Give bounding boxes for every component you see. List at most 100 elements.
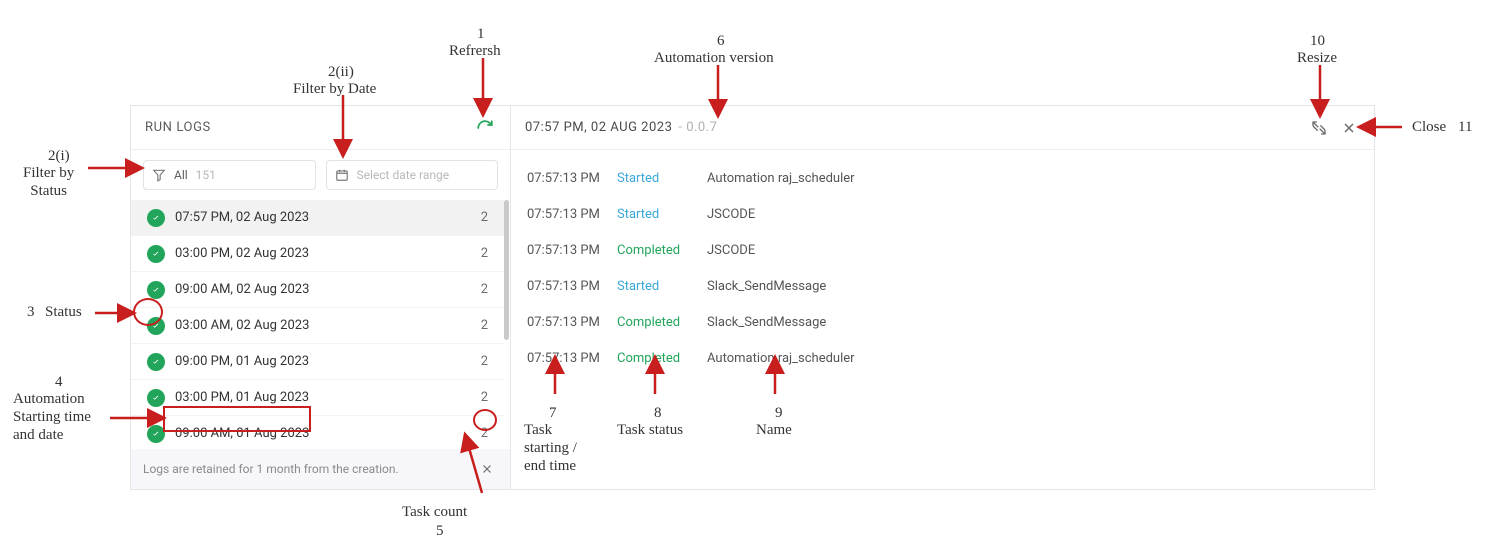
annotation-text-2ii: Filter by Date: [293, 80, 376, 98]
log-time: 07:57:13 PM: [527, 171, 617, 186]
refresh-button[interactable]: [474, 117, 496, 139]
run-row[interactable]: 07:57 PM, 02 Aug 2023 2: [131, 200, 504, 236]
retention-text: Logs are retained for 1 month from the c…: [143, 462, 399, 476]
calendar-icon: [335, 168, 349, 182]
close-icon: [1341, 120, 1357, 136]
log-status: Started: [617, 279, 707, 294]
status-filter-count: 151: [196, 168, 216, 182]
log-time: 07:57:13 PM: [527, 207, 617, 222]
right-title: 07:57 PM, 02 AUG 2023 - 0.0.7: [525, 120, 717, 135]
task-count: 2: [481, 390, 488, 405]
annotation-num-4: 4: [55, 373, 63, 391]
resize-button[interactable]: [1308, 117, 1330, 139]
run-time: 03:00 PM, 02 Aug 2023: [175, 246, 309, 261]
annotation-text-1: Refrersh: [449, 42, 501, 60]
success-icon: [147, 209, 165, 227]
log-time: 07:57:13 PM: [527, 279, 617, 294]
log-name: Automation raj_scheduler: [707, 351, 855, 366]
close-button[interactable]: [1338, 117, 1360, 139]
annotation-num-2ii: 2(ii): [328, 63, 354, 81]
task-count: 2: [481, 354, 488, 369]
task-count: 2: [481, 210, 488, 225]
run-time: 09:00 AM, 01 Aug 2023: [175, 426, 309, 441]
log-status: Completed: [617, 243, 707, 258]
filters: All 151 Select date range: [131, 150, 510, 200]
arrow-3: [95, 308, 135, 318]
task-count: 2: [481, 318, 488, 333]
log-row: 07:57:13 PMCompletedJSCODE: [527, 232, 1358, 268]
detail-timestamp: 07:57 PM, 02 AUG 2023: [525, 120, 672, 135]
log-name: Automation raj_scheduler: [707, 171, 855, 186]
date-filter-placeholder: Select date range: [357, 168, 450, 182]
success-icon: [147, 425, 165, 443]
annotation-num-11: 11: [1458, 118, 1472, 136]
left-header: RUN LOGS: [131, 106, 510, 150]
annotation-num-1: 1: [477, 25, 485, 43]
left-title: RUN LOGS: [145, 120, 211, 135]
log-status: Completed: [617, 351, 707, 366]
annotation-text-10: Resize: [1297, 49, 1337, 67]
run-row[interactable]: 03:00 AM, 02 Aug 2023 2: [131, 308, 504, 344]
annotation-text-3: Status: [45, 303, 82, 321]
task-count: 2: [481, 246, 488, 261]
run-row[interactable]: 09:00 AM, 02 Aug 2023 2: [131, 272, 504, 308]
log-name: JSCODE: [707, 243, 755, 258]
retention-close-button[interactable]: [476, 458, 498, 480]
annotation-num-5: 5: [436, 522, 444, 540]
resize-icon: [1311, 120, 1327, 136]
success-icon: [147, 389, 165, 407]
annotation-text-2i: Filter by Status: [23, 164, 74, 200]
run-time: 03:00 AM, 02 Aug 2023: [175, 318, 309, 333]
left-pane: RUN LOGS All 151 Select date range: [131, 106, 511, 489]
log-time: 07:57:13 PM: [527, 243, 617, 258]
run-time: 09:00 PM, 01 Aug 2023: [175, 354, 309, 369]
status-filter-value: All: [174, 168, 188, 182]
task-count: 2: [481, 426, 488, 441]
run-row[interactable]: 09:00 AM, 01 Aug 2023 2: [131, 416, 504, 449]
log-name: Slack_SendMessage: [707, 315, 826, 330]
annotation-text-6: Automation version: [654, 49, 774, 67]
log-row: 07:57:13 PMStartedSlack_SendMessage: [527, 268, 1358, 304]
log-row: 07:57:13 PMCompletedSlack_SendMessage: [527, 304, 1358, 340]
log-row: 07:57:13 PMCompletedAutomation raj_sched…: [527, 340, 1358, 376]
filter-icon: [152, 168, 166, 182]
close-icon: [480, 462, 494, 476]
run-row[interactable]: 03:00 PM, 01 Aug 2023 2: [131, 380, 504, 416]
run-row[interactable]: 03:00 PM, 02 Aug 2023 2: [131, 236, 504, 272]
task-count: 2: [481, 282, 488, 297]
annotation-text-4: Automation Starting time and date: [13, 390, 91, 444]
annotation-num-6: 6: [717, 32, 725, 50]
right-header: 07:57 PM, 02 AUG 2023 - 0.0.7: [511, 106, 1374, 150]
run-row[interactable]: 09:00 PM, 01 Aug 2023 2: [131, 344, 504, 380]
annotation-num-10: 10: [1310, 32, 1325, 50]
log-name: Slack_SendMessage: [707, 279, 826, 294]
date-filter[interactable]: Select date range: [326, 160, 499, 190]
log-status: Completed: [617, 315, 707, 330]
log-name: JSCODE: [707, 207, 755, 222]
right-pane: 07:57 PM, 02 AUG 2023 - 0.0.7 07:57:13 P…: [511, 106, 1374, 489]
success-icon: [147, 281, 165, 299]
success-icon: [147, 353, 165, 371]
automation-version: - 0.0.7: [678, 120, 717, 135]
run-time: 09:00 AM, 02 Aug 2023: [175, 282, 309, 297]
run-list[interactable]: 07:57 PM, 02 Aug 2023203:00 PM, 02 Aug 2…: [131, 200, 510, 449]
annotation-num-3: 3: [27, 303, 35, 321]
success-icon: [147, 245, 165, 263]
run-time: 07:57 PM, 02 Aug 2023: [175, 210, 309, 225]
retention-banner: Logs are retained for 1 month from the c…: [131, 449, 510, 489]
log-row: 07:57:13 PMStartedJSCODE: [527, 196, 1358, 232]
log-status: Started: [617, 207, 707, 222]
run-time: 03:00 PM, 01 Aug 2023: [175, 390, 309, 405]
log-status: Started: [617, 171, 707, 186]
log-row: 07:57:13 PMStartedAutomation raj_schedul…: [527, 160, 1358, 196]
log-time: 07:57:13 PM: [527, 315, 617, 330]
status-filter[interactable]: All 151: [143, 160, 316, 190]
annotation-text-11: Close: [1412, 118, 1446, 136]
run-logs-panel: RUN LOGS All 151 Select date range: [130, 105, 1375, 490]
log-time: 07:57:13 PM: [527, 351, 617, 366]
log-table: 07:57:13 PMStartedAutomation raj_schedul…: [511, 150, 1374, 386]
refresh-icon: [476, 119, 494, 137]
scrollbar-thumb[interactable]: [504, 200, 509, 340]
annotation-text-5: Task count: [402, 503, 467, 521]
success-icon: [147, 317, 165, 335]
